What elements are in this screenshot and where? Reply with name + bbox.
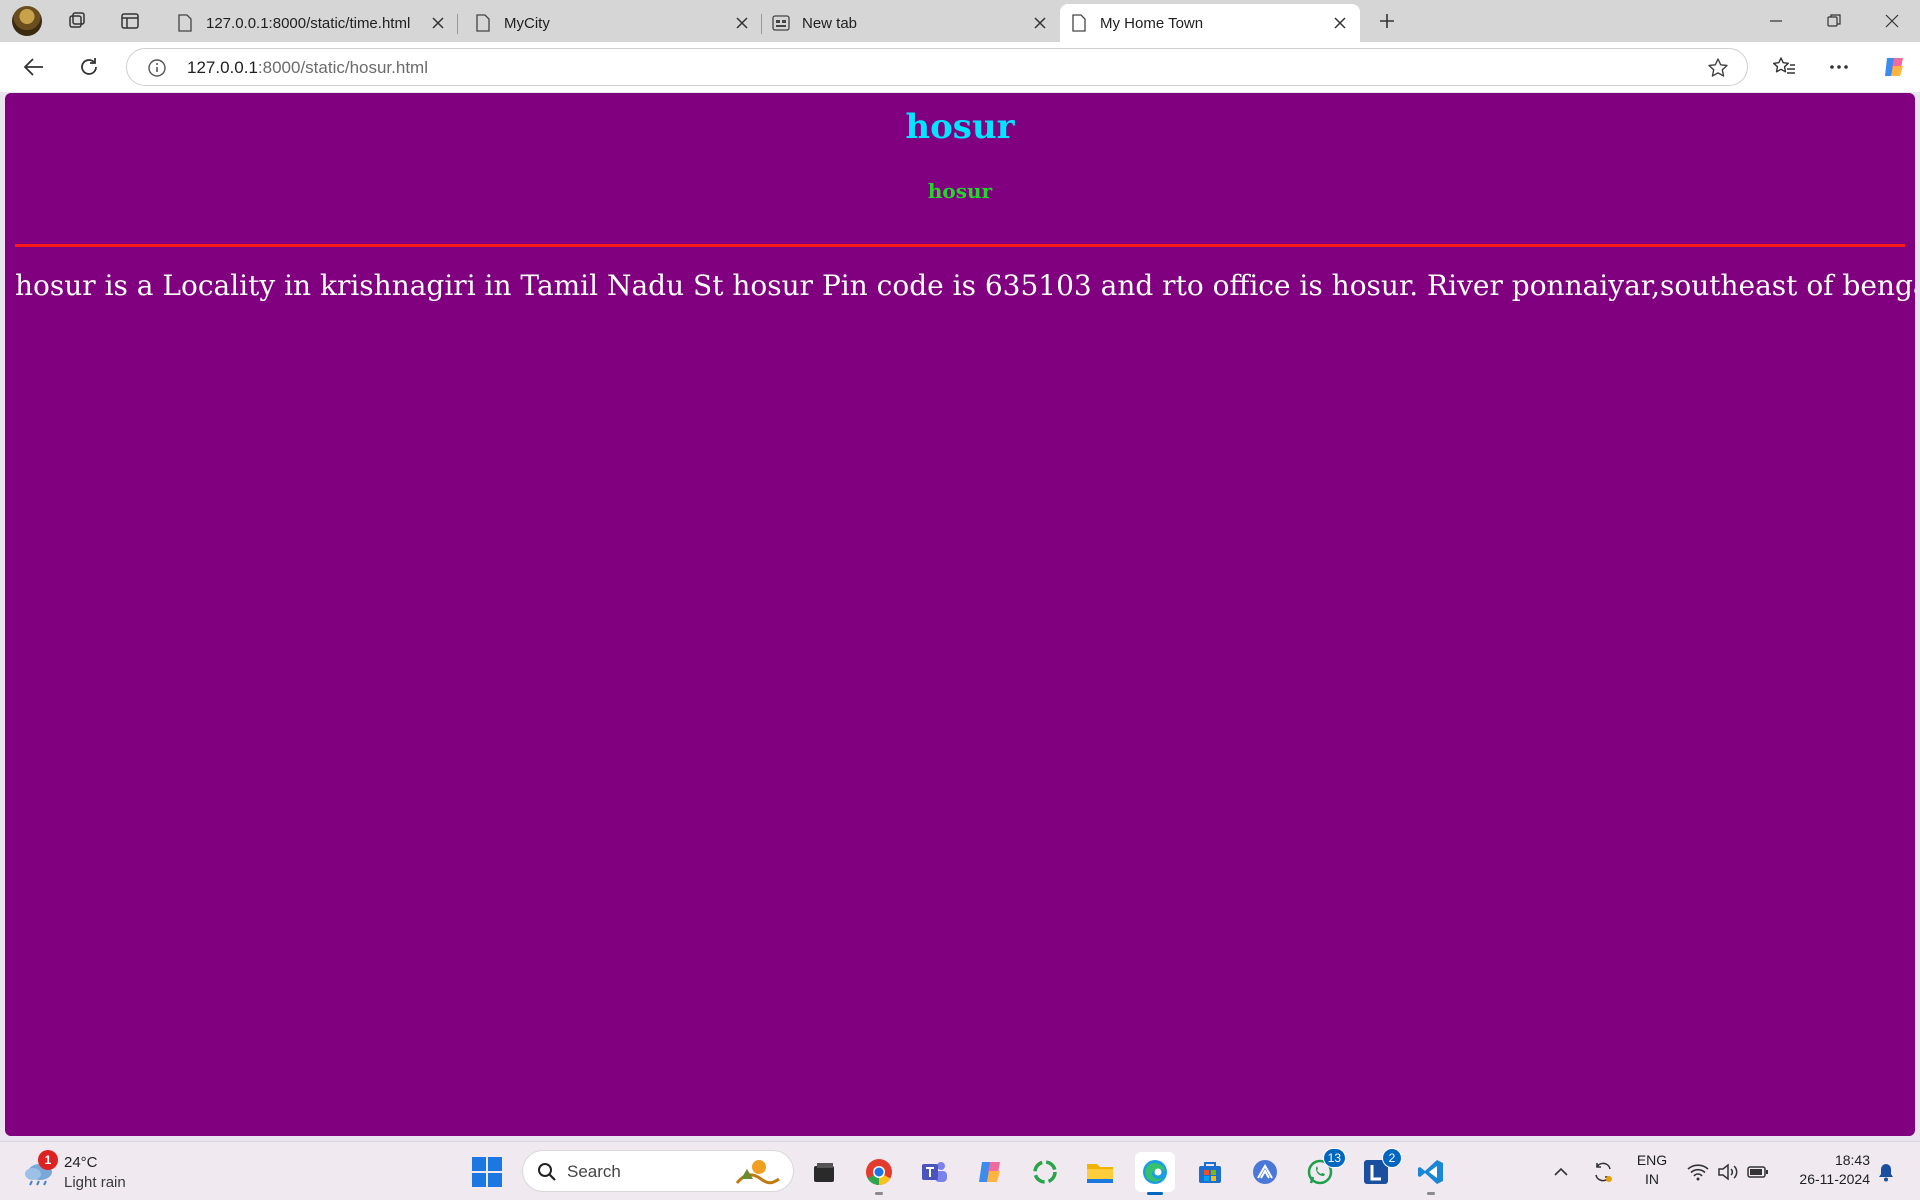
url-text[interactable]: 127.0.0.1:8000/static/hosur.html (187, 58, 428, 78)
tab-title: My Home Town (1100, 14, 1204, 32)
restore-icon[interactable] (1806, 0, 1862, 42)
profile-avatar[interactable] (12, 6, 42, 36)
wifi-icon[interactable] (1684, 1154, 1712, 1190)
volume-icon[interactable] (1714, 1154, 1742, 1190)
copilot-app-icon[interactable] (970, 1152, 1010, 1192)
description-paragraph: hosur is a Locality in krishnagiri in Ta… (15, 269, 1915, 302)
l-app-icon[interactable]: 2 (1356, 1148, 1402, 1192)
browser-toolbar: 127.0.0.1:8000/static/hosur.html (0, 42, 1920, 92)
notification-bell-icon[interactable] (1874, 1154, 1898, 1190)
l-app-badge: 2 (1382, 1148, 1402, 1168)
edge-icon[interactable] (1135, 1152, 1175, 1195)
favorite-star-icon[interactable] (1707, 57, 1729, 79)
copilot-icon[interactable] (1878, 52, 1910, 82)
tab-newtab[interactable]: New tab (762, 4, 1060, 42)
weather-badge: 1 (38, 1150, 58, 1170)
page-icon (176, 14, 194, 32)
vscode-icon[interactable] (1411, 1152, 1451, 1195)
battery-icon[interactable] (1744, 1154, 1772, 1190)
page-viewport: hosur hosur hosur is a Locality in krish… (5, 93, 1915, 1136)
clock[interactable]: 18:43 26-11-2024 (1778, 1151, 1870, 1189)
site-info-icon[interactable] (147, 58, 167, 78)
tab-my-home-town[interactable]: My Home Town (1060, 4, 1360, 42)
weather-widget[interactable]: 1 24°C Light rain (18, 1148, 168, 1194)
newtab-icon (772, 14, 790, 32)
file-explorer-icon[interactable] (1080, 1152, 1120, 1192)
horizontal-rule (15, 244, 1905, 247)
close-icon[interactable] (732, 13, 752, 33)
taskbar-search[interactable]: Search (522, 1150, 794, 1192)
store-icon[interactable] (1190, 1152, 1230, 1192)
language-indicator[interactable]: ENG IN (1630, 1151, 1674, 1189)
tab-strip: 127.0.0.1:8000/static/time.html MyCity N… (0, 0, 1920, 42)
close-icon[interactable] (1330, 13, 1350, 33)
tab-mycity[interactable]: MyCity (464, 4, 762, 42)
tab-title: 127.0.0.1:8000/static/time.html (206, 14, 411, 32)
page-icon (474, 14, 492, 32)
more-menu-icon[interactable] (1823, 52, 1855, 82)
search-placeholder: Search (567, 1162, 621, 1181)
close-window-icon[interactable] (1864, 0, 1920, 42)
page-icon (1070, 14, 1088, 32)
search-icon (537, 1162, 557, 1182)
minimize-icon[interactable] (1748, 0, 1804, 42)
address-bar[interactable]: 127.0.0.1:8000/static/hosur.html (126, 48, 1748, 86)
refresh-app-icon[interactable] (1025, 1152, 1065, 1192)
new-tab-button[interactable] (1372, 7, 1402, 35)
close-icon[interactable] (1030, 13, 1050, 33)
tab-title: MyCity (504, 14, 550, 32)
file-explorer-dark-icon[interactable] (804, 1152, 844, 1192)
teams-icon[interactable] (914, 1152, 954, 1192)
close-icon[interactable] (428, 13, 448, 33)
weather-condition: Light rain (64, 1174, 126, 1191)
vpn-app-icon[interactable] (1245, 1152, 1285, 1192)
chrome-icon[interactable] (859, 1152, 899, 1195)
favorites-icon[interactable] (1768, 52, 1800, 82)
sync-icon[interactable] (1588, 1154, 1618, 1190)
back-icon[interactable] (18, 52, 50, 82)
refresh-icon[interactable] (73, 52, 105, 82)
chevron-up-icon[interactable] (1548, 1154, 1574, 1190)
temperature: 24°C (64, 1154, 98, 1171)
tab-title: New tab (802, 14, 858, 32)
page-subheading: hosur (927, 179, 993, 203)
tab-actions-icon[interactable] (115, 7, 145, 35)
search-highlight-icon (733, 1157, 781, 1187)
taskbar: 1 24°C Light rain Search 13 2 ENG IN 18:… (0, 1141, 1920, 1200)
workspaces-icon[interactable] (62, 7, 92, 35)
windows-start-icon[interactable] (471, 1156, 503, 1188)
tab-time[interactable]: 127.0.0.1:8000/static/time.html (166, 4, 458, 42)
whatsapp-badge: 13 (1322, 1148, 1346, 1168)
whatsapp-icon[interactable]: 13 (1300, 1148, 1346, 1192)
page-heading: hosur (905, 107, 1015, 147)
